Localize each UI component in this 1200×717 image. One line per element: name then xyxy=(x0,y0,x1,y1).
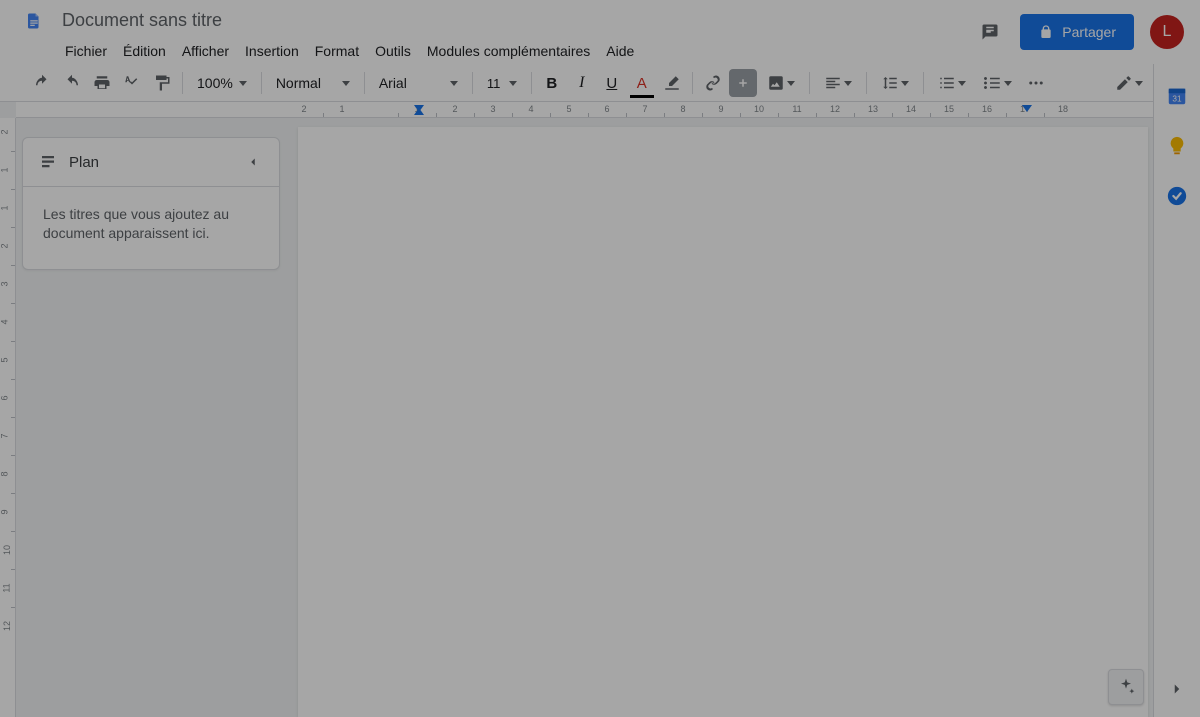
bold-button[interactable]: B xyxy=(538,69,566,97)
menu-view[interactable]: Afficher xyxy=(175,39,236,63)
menu-edit[interactable]: Édition xyxy=(116,39,173,63)
italic-button[interactable]: I xyxy=(568,69,596,97)
paint-format-button[interactable] xyxy=(148,69,176,97)
undo-button[interactable] xyxy=(28,69,56,97)
underline-button[interactable]: U xyxy=(598,69,626,97)
styles-dropdown[interactable]: Normal xyxy=(268,69,358,97)
spellcheck-button[interactable] xyxy=(118,69,146,97)
document-page[interactable] xyxy=(298,127,1148,717)
tasks-icon[interactable] xyxy=(1165,184,1189,208)
menu-format[interactable]: Format xyxy=(308,39,366,63)
menu-insert[interactable]: Insertion xyxy=(238,39,306,63)
vertical-ruler[interactable]: 21123456789101112 xyxy=(0,118,16,717)
menubar: Fichier Édition Afficher Insertion Forma… xyxy=(58,39,976,63)
bulleted-list-button[interactable] xyxy=(976,69,1020,97)
side-panel-rail: 31 xyxy=(1153,64,1200,717)
share-button[interactable]: Partager xyxy=(1020,14,1134,50)
insert-image-button[interactable] xyxy=(759,69,803,97)
numbered-list-button[interactable] xyxy=(930,69,974,97)
menu-addons[interactable]: Modules complémentaires xyxy=(420,39,597,63)
title-actions: Partager L xyxy=(976,8,1184,50)
outline-title: Plan xyxy=(69,154,231,171)
outline-panel: Plan Les titres que vous ajoutez au docu… xyxy=(22,137,280,270)
print-button[interactable] xyxy=(88,69,116,97)
menu-file[interactable]: Fichier xyxy=(58,39,114,63)
align-dropdown[interactable] xyxy=(816,69,860,97)
line-spacing-button[interactable] xyxy=(873,69,917,97)
lock-icon xyxy=(1038,24,1054,40)
explore-button[interactable] xyxy=(1108,669,1144,705)
side-panel-toggle[interactable] xyxy=(1163,675,1191,703)
menu-help[interactable]: Aide xyxy=(599,39,641,63)
insert-link-button[interactable] xyxy=(699,69,727,97)
toolbar: 100% Normal Arial 11 B I U A xyxy=(0,64,1200,102)
share-button-label: Partager xyxy=(1062,24,1116,40)
horizontal-ruler[interactable]: 21123456789101112131415161718 xyxy=(16,102,1153,118)
zoom-dropdown[interactable]: 100% xyxy=(189,69,255,97)
doc-title-input[interactable]: Document sans titre xyxy=(58,8,976,33)
calendar-icon[interactable]: 31 xyxy=(1165,84,1189,108)
workspace: 21123456789101112131415161718 2112345678… xyxy=(0,102,1153,717)
outline-collapse-button[interactable] xyxy=(243,152,263,172)
outline-empty-text: Les titres que vous ajoutez au document … xyxy=(23,187,279,269)
text-color-button[interactable]: A xyxy=(628,69,656,97)
highlight-button[interactable] xyxy=(658,69,686,97)
doc-title-area: Document sans titre Fichier Édition Affi… xyxy=(58,8,976,63)
insert-comment-button[interactable] xyxy=(729,69,757,97)
more-button[interactable] xyxy=(1022,69,1050,97)
account-avatar[interactable]: L xyxy=(1150,15,1184,49)
outline-header: Plan xyxy=(23,138,279,187)
keep-icon[interactable] xyxy=(1165,134,1189,158)
titlebar: Document sans titre Fichier Édition Affi… xyxy=(0,0,1200,64)
font-dropdown[interactable]: Arial xyxy=(371,69,466,97)
outline-icon xyxy=(39,153,57,171)
comment-history-icon[interactable] xyxy=(976,18,1004,46)
font-size-dropdown[interactable]: 11 xyxy=(479,69,525,97)
svg-text:31: 31 xyxy=(1172,95,1182,104)
editing-mode-dropdown[interactable] xyxy=(1107,69,1151,97)
menu-tools[interactable]: Outils xyxy=(368,39,418,63)
redo-button[interactable] xyxy=(58,69,86,97)
docs-logo[interactable] xyxy=(10,8,58,30)
